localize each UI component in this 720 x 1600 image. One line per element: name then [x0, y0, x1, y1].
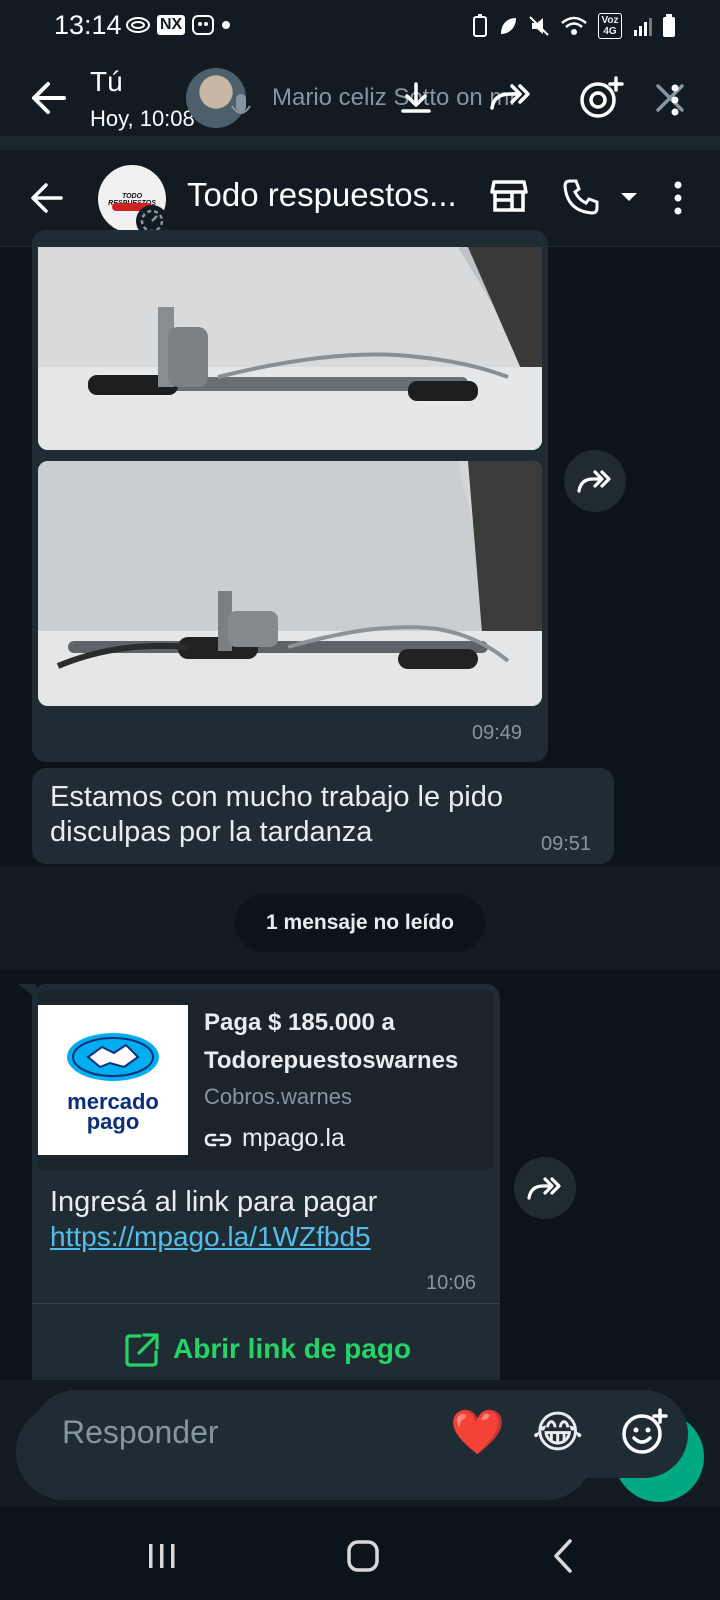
status-left-icons: NX: [125, 14, 231, 36]
reply-input[interactable]: Responder: [62, 1414, 219, 1451]
back-nav-button[interactable]: [552, 1538, 574, 1574]
forward-icon: [525, 1174, 565, 1202]
heart-reaction-button[interactable]: ❤️: [450, 1408, 505, 1458]
forward-status-button[interactable]: [488, 82, 534, 114]
battery-icon: [662, 14, 676, 38]
laugh-reaction-button[interactable]: 😂: [532, 1408, 583, 1458]
call-icon[interactable]: [562, 178, 600, 216]
forward-icon: [575, 467, 615, 495]
wifi-icon: [560, 15, 588, 37]
payment-body: Ingresá al link para pagar: [50, 1186, 378, 1218]
nx-badge: NX: [157, 15, 186, 35]
emoji-add-icon: [622, 1408, 668, 1454]
home-button[interactable]: [346, 1539, 380, 1573]
chevron-down-icon[interactable]: [620, 192, 638, 202]
forward-photos-button[interactable]: [564, 450, 626, 512]
chat-title[interactable]: Todo respuestos...: [187, 176, 457, 214]
forward-payment-button[interactable]: [514, 1157, 576, 1219]
payment-subtitle: Cobros.warnes: [204, 1084, 352, 1109]
payment-domain: mpago.la: [242, 1124, 345, 1152]
status-menu-icon[interactable]: [670, 84, 680, 116]
cloud-icon: [125, 15, 151, 35]
mercadopago-logo: mercado pago: [38, 1005, 188, 1155]
store-icon[interactable]: [490, 178, 528, 214]
status-user-name: Tú: [90, 66, 123, 97]
message-timestamp: 09:51: [541, 833, 592, 855]
link-icon: [204, 1130, 232, 1150]
face-icon: [191, 14, 215, 36]
status-time: Hoy, 10:08: [90, 106, 195, 131]
add-status-button[interactable]: [578, 76, 624, 120]
chat-menu-icon[interactable]: [673, 181, 683, 215]
status-right-icons: Voz 4G: [472, 13, 676, 39]
photo-2[interactable]: [38, 461, 542, 706]
payment-link[interactable]: https://mpago.la/1WZfbd5: [50, 1221, 371, 1253]
status-back-button[interactable]: [28, 78, 68, 118]
open-external-icon: [124, 1332, 160, 1368]
message-text: Estamos con mucho trabajo le pido discul…: [50, 781, 503, 848]
unread-badge: 1 mensaje no leído: [235, 894, 485, 952]
dot-icon: [221, 20, 231, 30]
payment-title: Paga $ 185.000 a Todorepuestoswarnes: [204, 1009, 459, 1074]
battery-saver-icon: [472, 14, 488, 38]
mute-icon: [528, 15, 550, 37]
status-clock: 13:14: [54, 10, 122, 40]
network-type-badge: Voz 4G: [598, 13, 622, 39]
status-caption: Mario celiz Sotto on mr: [272, 84, 518, 111]
payment-link-text[interactable]: https://mpago.la/1WZfbd5: [50, 1221, 371, 1252]
photo-1[interactable]: [38, 247, 542, 450]
mic-icon: [230, 92, 252, 124]
back-button[interactable]: [28, 180, 64, 216]
overlay-separator: [0, 136, 720, 150]
signal-icon: [632, 16, 652, 36]
open-payment-link-button[interactable]: Abrir link de pago: [173, 1333, 411, 1365]
bubble-divider: [32, 1303, 500, 1304]
add-reaction-button[interactable]: [620, 1408, 668, 1456]
download-button[interactable]: [398, 80, 434, 116]
logo-line-2: pago: [86, 1109, 140, 1134]
recent-apps-button[interactable]: [146, 1540, 178, 1572]
payment-timestamp: 10:06: [426, 1272, 477, 1294]
photos-timestamp: 09:49: [472, 722, 523, 744]
leaf-icon: [498, 15, 518, 37]
